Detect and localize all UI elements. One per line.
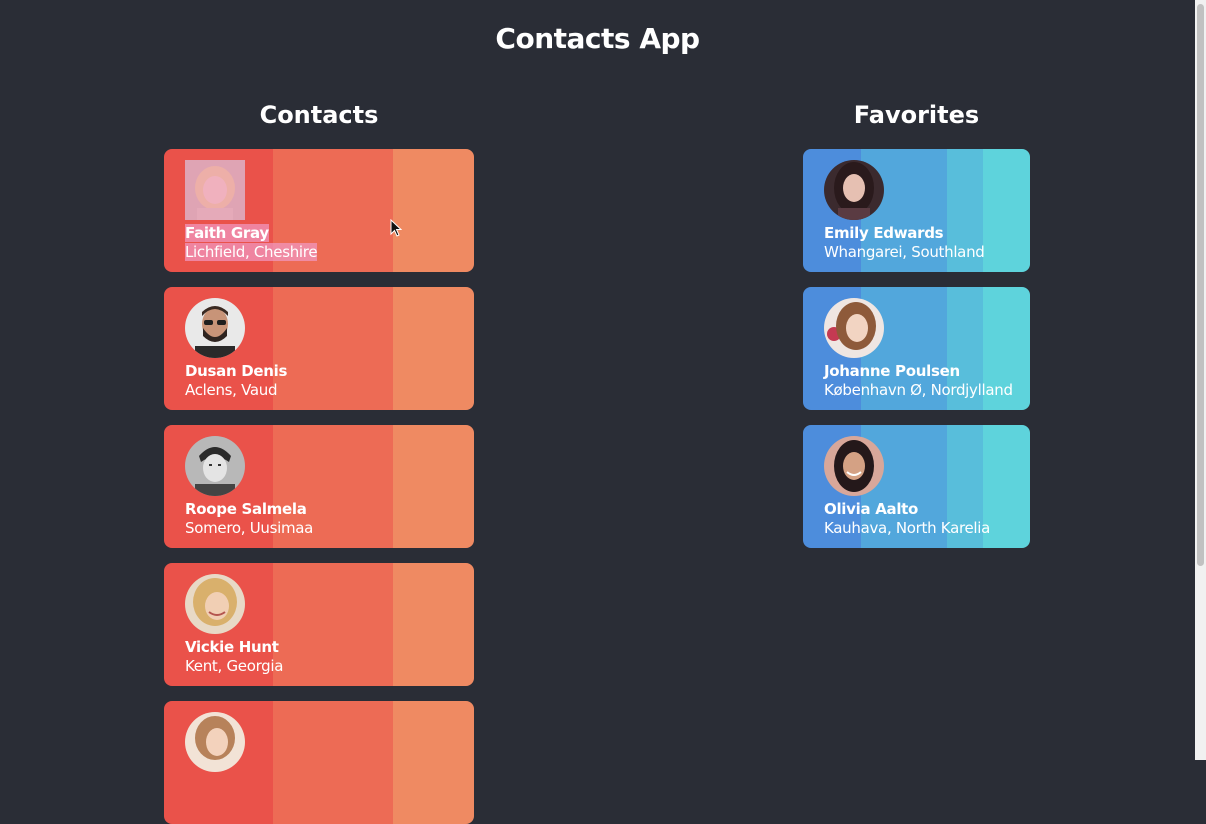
contact-avatar	[185, 436, 245, 496]
contact-avatar	[185, 712, 245, 772]
favorite-avatar	[824, 436, 884, 496]
scrollbar-thumb[interactable]	[1197, 4, 1204, 566]
contact-location: Kent, Georgia	[185, 657, 284, 675]
contact-name: Vickie Hunt	[185, 638, 279, 656]
contact-location: Lichfield, Cheshire	[185, 243, 318, 261]
contact-card[interactable]	[164, 701, 474, 824]
favorite-location: Whangarei, Southland	[824, 243, 985, 261]
contact-card[interactable]: Faith Gray Lichfield, Cheshire	[164, 149, 474, 272]
contact-location: Aclens, Vaud	[185, 381, 278, 399]
selection-highlight	[185, 160, 245, 220]
contact-location: Somero, Uusimaa	[185, 519, 314, 537]
favorite-name: Johanne Poulsen	[824, 362, 960, 380]
favorite-card[interactable]: Emily Edwards Whangarei, Southland	[803, 149, 1030, 272]
contact-avatar	[185, 574, 245, 634]
contact-name: Roope Salmela	[185, 500, 307, 518]
mouse-cursor-icon	[390, 218, 403, 242]
contact-card[interactable]: Vickie Hunt Kent, Georgia	[164, 563, 474, 686]
favorite-avatar	[824, 298, 884, 358]
vertical-scrollbar[interactable]	[1195, 0, 1206, 760]
contact-card[interactable]: Roope Salmela Somero, Uusimaa	[164, 425, 474, 548]
contact-avatar	[185, 160, 245, 220]
favorite-location: København Ø, Nordjylland	[824, 381, 1013, 399]
favorites-heading: Favorites	[853, 101, 980, 129]
favorite-name: Emily Edwards	[824, 224, 944, 242]
contact-name: Faith Gray	[185, 224, 269, 242]
app-title: Contacts App	[495, 22, 700, 55]
favorite-card[interactable]: Olivia Aalto Kauhava, North Karelia	[803, 425, 1030, 548]
contacts-heading: Contacts	[259, 101, 379, 129]
favorite-avatar	[824, 160, 884, 220]
contact-avatar	[185, 298, 245, 358]
favorite-location: Kauhava, North Karelia	[824, 519, 991, 537]
favorite-card[interactable]: Johanne Poulsen København Ø, Nordjylland	[803, 287, 1030, 410]
contact-name: Dusan Denis	[185, 362, 288, 380]
contact-card[interactable]: Dusan Denis Aclens, Vaud	[164, 287, 474, 410]
favorite-name: Olivia Aalto	[824, 500, 919, 518]
